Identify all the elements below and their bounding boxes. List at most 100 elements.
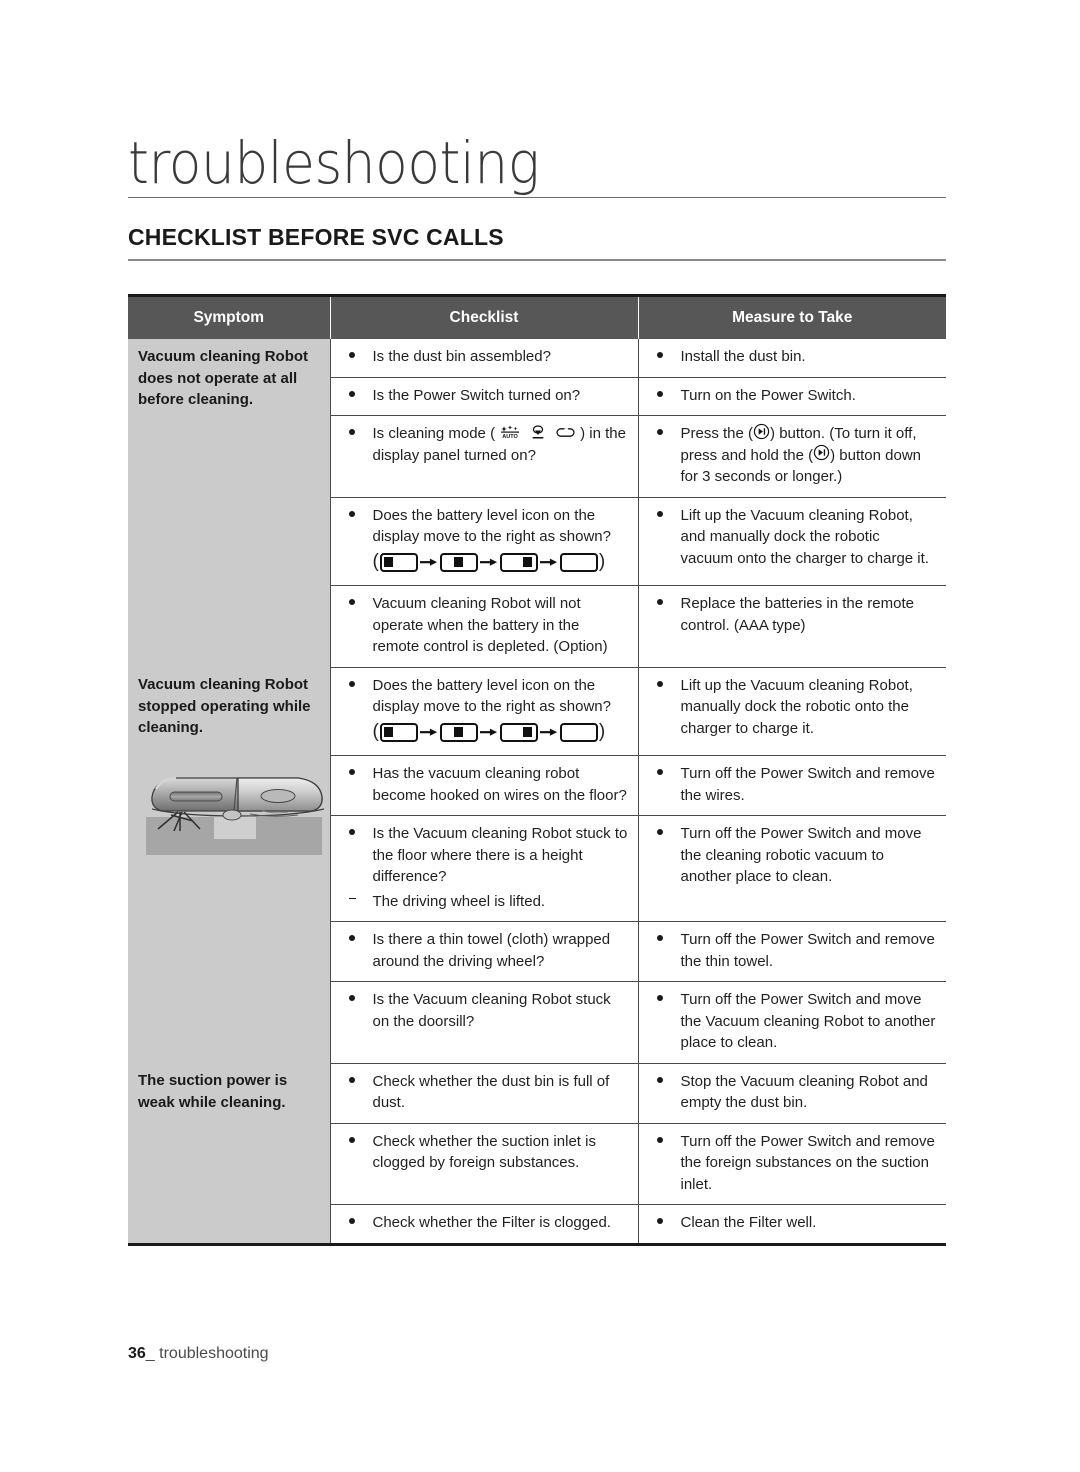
measure-cell: Turn off the Power Switch and remove the… bbox=[638, 755, 946, 817]
battery-icon-level-3 bbox=[499, 552, 538, 572]
checklist-item: Is there a thin towel (cloth) wrapped ar… bbox=[341, 929, 628, 972]
measure-item-text: Lift up the Vacuum cleaning Robot, manua… bbox=[680, 676, 913, 737]
paren-close: ) bbox=[598, 551, 606, 573]
bullet-marker bbox=[657, 423, 675, 445]
right-arrow-icon bbox=[479, 720, 498, 744]
battery-icon-level-2 bbox=[439, 552, 478, 572]
battery-level-sequence: () bbox=[341, 720, 628, 747]
checklist-cell: Check whether the Filter is clogged. bbox=[330, 1204, 639, 1243]
symptom-text: Vacuum cleaning Robot does not operate a… bbox=[138, 348, 309, 408]
bullet-marker bbox=[657, 385, 675, 407]
measure-item-text: Press the () button. (To turn it off, pr… bbox=[681, 423, 921, 485]
measure-list: Turn off the Power Switch and remove the… bbox=[649, 929, 937, 972]
measure-item-text: Turn off the Power Switch and move the V… bbox=[680, 991, 936, 1052]
checklist-table: Symptom Checklist Measure to Take Vacuum… bbox=[128, 294, 946, 1243]
measure-list: Press the () button. (To turn it off, pr… bbox=[649, 423, 937, 488]
table-bottom-border bbox=[128, 1242, 946, 1246]
checklist-item: The driving wheel is lifted. bbox=[341, 891, 628, 913]
measure-cell: Install the dust bin. bbox=[638, 339, 946, 378]
bullet-marker bbox=[657, 346, 675, 368]
paren-close: ) bbox=[598, 721, 606, 743]
checklist-list: Is there a thin towel (cloth) wrapped ar… bbox=[341, 929, 628, 972]
page-title: troubleshooting bbox=[128, 129, 540, 197]
bullet-marker bbox=[349, 1131, 367, 1153]
manual-page: troubleshooting CHECKLIST BEFORE SVC CAL… bbox=[0, 0, 1080, 1472]
battery-icon-level-2 bbox=[439, 722, 478, 742]
measure-list: Turn off the Power Switch and remove the… bbox=[649, 763, 937, 806]
measure-cell: Turn off the Power Switch and remove the… bbox=[638, 921, 946, 983]
checklist-item-text: Is the Vacuum cleaning Robot stuck to th… bbox=[372, 825, 628, 886]
measure-item: Clean the Filter well. bbox=[649, 1212, 937, 1234]
checklist-list: Check whether the Filter is clogged. bbox=[341, 1212, 628, 1234]
checklist-item: Is cleaning mode (AUTO) in the display p… bbox=[341, 423, 628, 466]
play-pause-button-icon bbox=[753, 423, 770, 440]
measure-item-text: Replace the batteries in the remote cont… bbox=[680, 595, 914, 634]
measure-list: Stop the Vacuum cleaning Robot and empty… bbox=[649, 1071, 937, 1114]
checklist-item-text: Does the battery level icon on the displ… bbox=[372, 506, 611, 546]
checklist-table-wrapper: Symptom Checklist Measure to Take Vacuum… bbox=[128, 294, 946, 1246]
measure-list: Turn off the Power Switch and move the c… bbox=[649, 823, 937, 888]
battery-icon-level-3 bbox=[499, 722, 538, 742]
bullet-marker bbox=[657, 1212, 675, 1234]
measure-list: Lift up the Vacuum cleaning Robot, manua… bbox=[649, 675, 937, 740]
checklist-item-text: Is there a thin towel (cloth) wrapped ar… bbox=[372, 931, 611, 970]
measure-cell: Clean the Filter well. bbox=[638, 1205, 946, 1243]
auto-mode-icon: AUTO bbox=[500, 425, 520, 440]
table-row: Vacuum cleaning Robot does not operate a… bbox=[128, 339, 946, 668]
measure-item-text: Install the dust bin. bbox=[680, 348, 806, 365]
checklist-item: Is the Vacuum cleaning Robot stuck to th… bbox=[341, 823, 628, 888]
measure-item-text: Clean the Filter well. bbox=[680, 1214, 817, 1232]
checklist-item-text: The driving wheel is lifted. bbox=[372, 892, 546, 910]
measure-item-text: Turn off the Power Switch and remove the… bbox=[680, 931, 935, 970]
measure-item: Turn off the Power Switch and remove the… bbox=[649, 929, 937, 972]
right-arrow-icon bbox=[539, 720, 558, 744]
robot-vacuum-side-view-illustration bbox=[138, 759, 325, 855]
bullet-marker bbox=[657, 593, 675, 615]
measure-item: Install the dust bin. bbox=[649, 346, 937, 368]
checklist-list: Does the battery level icon on the displ… bbox=[341, 505, 628, 548]
battery-icon-level-empty bbox=[559, 722, 598, 742]
bullet-marker bbox=[657, 1071, 675, 1093]
edge-mode-icon bbox=[556, 425, 575, 440]
bullet-marker bbox=[657, 763, 675, 785]
measure-cell: Lift up the Vacuum cleaning Robot, manua… bbox=[638, 667, 946, 757]
checklist-list: Has the vacuum cleaning robot become hoo… bbox=[341, 763, 628, 806]
measure-item: Press the () button. (To turn it off, pr… bbox=[649, 423, 937, 488]
measure-item-text: Stop the Vacuum cleaning Robot and empty… bbox=[680, 1072, 928, 1112]
bullet-marker bbox=[657, 675, 675, 697]
checklist-cell: Does the battery level icon on the displ… bbox=[330, 497, 639, 587]
checklist-item-text: Check whether the dust bin is full of du… bbox=[372, 1072, 610, 1112]
section-divider bbox=[128, 259, 946, 261]
checklist-list: Is the Vacuum cleaning Robot stuck to th… bbox=[341, 823, 628, 912]
checklist-cell: Is cleaning mode (AUTO) in the display p… bbox=[330, 415, 639, 498]
table-head: Symptom Checklist Measure to Take bbox=[128, 294, 946, 339]
checklist-cell: Is there a thin towel (cloth) wrapped ar… bbox=[330, 921, 639, 983]
measure-item: Turn off the Power Switch and move the c… bbox=[649, 823, 937, 888]
measure-item: Turn off the Power Switch and remove the… bbox=[649, 763, 937, 806]
measure-item-text: Turn off the Power Switch and remove the… bbox=[680, 1132, 935, 1193]
checklist-item: Is the dust bin assembled? bbox=[341, 346, 628, 368]
column-header-measure: Measure to Take bbox=[638, 294, 946, 339]
checklist-cell: Check whether the dust bin is full of du… bbox=[330, 1063, 639, 1124]
checklist-list: Is cleaning mode (AUTO) in the display p… bbox=[341, 423, 628, 466]
measure-list: Clean the Filter well. bbox=[649, 1212, 937, 1234]
right-arrow-icon bbox=[419, 720, 438, 744]
measure-item: Replace the batteries in the remote cont… bbox=[649, 593, 937, 636]
table-row: Vacuum cleaning Robot stopped operating … bbox=[128, 667, 946, 1064]
checklist-item-text: Check whether the suction inlet is clogg… bbox=[372, 1132, 596, 1172]
measure-cell: Turn off the Power Switch and remove the… bbox=[638, 1123, 946, 1206]
checklist-cell: Is the Vacuum cleaning Robot stuck on th… bbox=[330, 981, 639, 1064]
checklist-item: Is the Vacuum cleaning Robot stuck on th… bbox=[341, 989, 628, 1032]
measure-item-text: Lift up the Vacuum cleaning Robot, and m… bbox=[680, 506, 929, 567]
table-row: The suction power is weak while cleaning… bbox=[128, 1063, 946, 1243]
checklist-list: Is the dust bin assembled? bbox=[341, 346, 628, 368]
svg-text:AUTO: AUTO bbox=[502, 434, 518, 440]
table-body: Vacuum cleaning Robot does not operate a… bbox=[128, 339, 946, 1243]
bullet-marker bbox=[349, 1212, 367, 1234]
footer-page-number: 36 bbox=[128, 1345, 146, 1362]
measure-item: Turn on the Power Switch. bbox=[649, 385, 937, 407]
symptom-text: Vacuum cleaning Robot stopped operating … bbox=[138, 676, 311, 737]
checklist-cell: Vacuum cleaning Robot will not operate w… bbox=[330, 585, 639, 668]
measure-cell: Stop the Vacuum cleaning Robot and empty… bbox=[638, 1063, 946, 1124]
symptom-text: The suction power is weak while cleaning… bbox=[138, 1072, 288, 1111]
